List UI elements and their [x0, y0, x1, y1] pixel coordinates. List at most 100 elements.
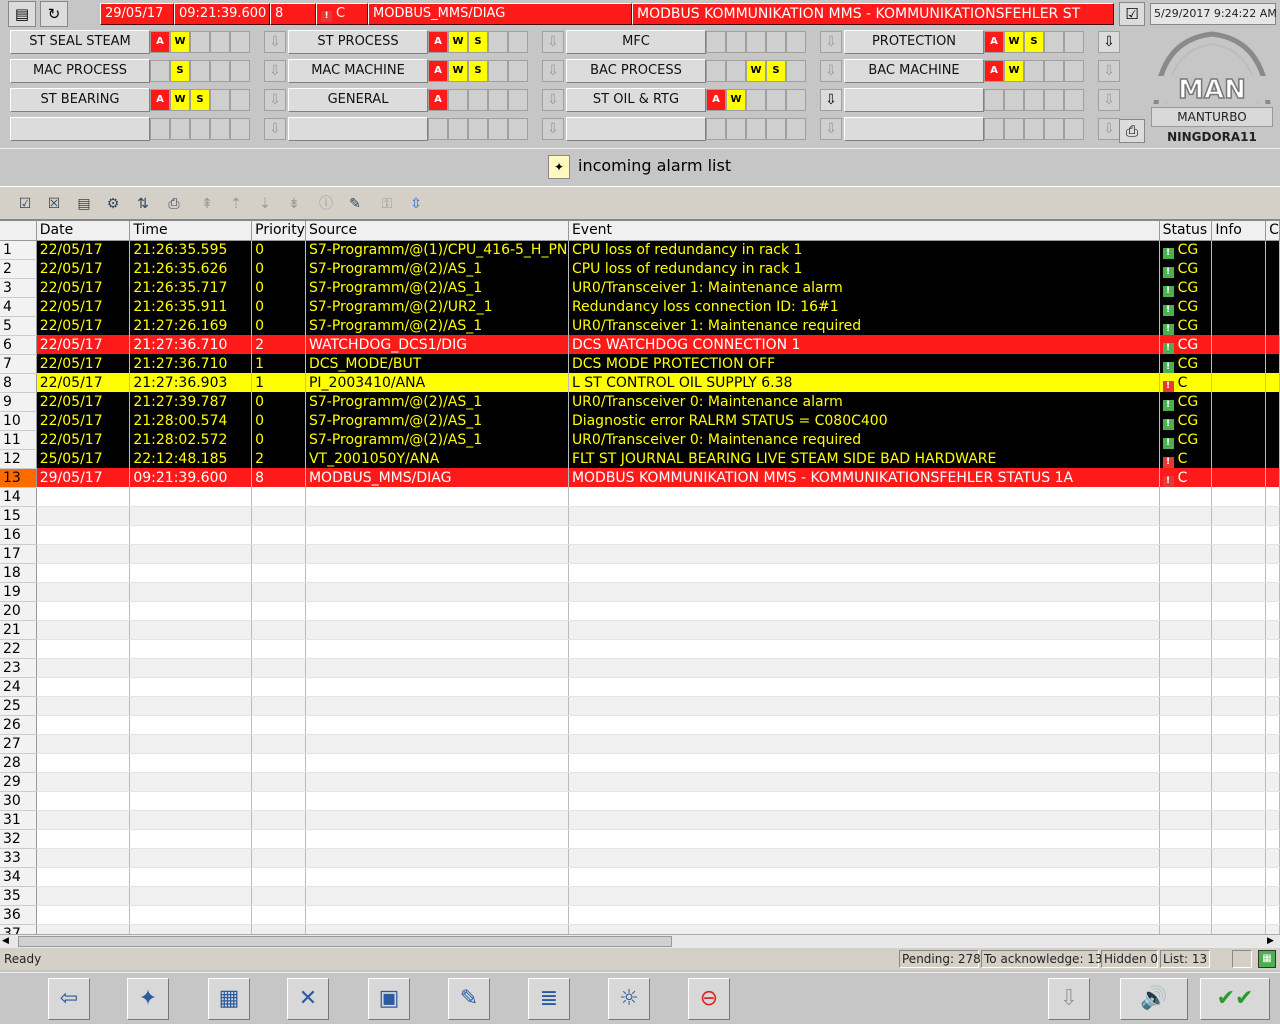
table-row[interactable]: 18 [0, 563, 1280, 583]
loop-in-alarm-icon[interactable]: ⚙ [102, 193, 124, 215]
scroll-left-icon[interactable]: ◀ [2, 936, 9, 946]
scroll-thumb[interactable] [18, 936, 672, 947]
horizontal-scrollbar[interactable]: ◀ ▶ [0, 934, 1280, 948]
acknowledge-icon[interactable]: ↻ [40, 1, 68, 27]
table-row[interactable]: 17 [0, 544, 1280, 564]
table-row[interactable]: 16 [0, 525, 1280, 545]
alarm-group-label[interactable] [844, 88, 984, 112]
column-header[interactable]: Event [568, 221, 1160, 241]
loop-in-arrow-icon[interactable]: ⇩ [264, 118, 286, 140]
table-row[interactable]: 21 [0, 620, 1280, 640]
loop-in-arrow-icon[interactable]: ⇩ [1098, 118, 1120, 140]
table-row[interactable]: 27 [0, 734, 1280, 754]
scroll-right-icon[interactable]: ▶ [1267, 936, 1274, 946]
column-header[interactable]: Priority [251, 221, 306, 241]
first-icon[interactable]: ⇞ [196, 193, 218, 215]
loop-in-arrow-icon[interactable]: ⇩ [1098, 89, 1120, 111]
incoming-list-button[interactable]: ✦ [127, 978, 169, 1020]
archive-list-button[interactable]: ≣ [528, 978, 570, 1020]
table-row[interactable]: 24 [0, 677, 1280, 697]
alarm-list-icon[interactable]: ▤ [8, 1, 36, 27]
lock-icon[interactable]: ⚿ [376, 193, 398, 215]
table-row[interactable]: 19 [0, 582, 1280, 602]
alarm-group[interactable]: ST SEAL STEAM A W ⇩ [10, 30, 288, 54]
alarm-group[interactable]: BAC PROCESS W S ⇩ [566, 59, 844, 83]
table-row[interactable]: 20 [0, 601, 1280, 621]
system-list-button[interactable]: ▣ [368, 978, 410, 1020]
back-button[interactable]: ⇦ [48, 978, 90, 1020]
loop-in-arrow-icon[interactable]: ⇩ [542, 60, 564, 82]
alarm-group-label[interactable]: ST SEAL STEAM [10, 30, 150, 54]
table-row[interactable]: 36 [0, 905, 1280, 925]
loop-in-arrow-icon[interactable]: ⇩ [820, 118, 842, 140]
acknowledged-list-button[interactable]: ▦ [208, 978, 250, 1020]
alarm-group[interactable]: BAC MACHINE A W ⇩ [844, 59, 1122, 83]
table-row[interactable]: 13 29/05/17 09:21:39.600 8 MODBUS_MMS/DIAG MO… [0, 468, 1280, 488]
alarm-group[interactable]: ⇩ [10, 117, 288, 141]
loop-in-arrow-icon[interactable]: ⇩ [820, 89, 842, 111]
table-row[interactable]: 14 [0, 487, 1280, 507]
alarm-group-label[interactable]: PROTECTION [844, 30, 984, 54]
print-icon[interactable]: ⎙ [163, 193, 185, 215]
alarm-group-label[interactable]: ST BEARING [10, 88, 150, 112]
sort-icon[interactable]: ⇅ [132, 193, 154, 215]
alarm-group[interactable]: ⇩ [288, 117, 566, 141]
table-row[interactable]: 22 [0, 639, 1280, 659]
alarm-group-label[interactable]: ST OIL & RTG [566, 88, 706, 112]
prev-icon[interactable]: ⇡ [225, 193, 247, 215]
loop-in-arrow-icon[interactable]: ⇩ [542, 89, 564, 111]
table-row[interactable]: 37 [0, 924, 1280, 934]
alarm-group-label[interactable]: ST PROCESS [288, 30, 428, 54]
table-row[interactable]: 6 22/05/17 21:27:36.710 2 WATCHDOG_DCS1/DIG D… [0, 335, 1280, 355]
column-header[interactable]: Info [1211, 221, 1267, 241]
alarm-group-label[interactable] [288, 117, 428, 141]
alarm-group-label[interactable] [10, 117, 150, 141]
alarm-group-label[interactable]: GENERAL [288, 88, 428, 112]
loop-in-arrow-icon[interactable]: ⇩ [1098, 31, 1120, 53]
alarm-group[interactable]: MFC ⇩ [566, 30, 844, 54]
printer-icon[interactable]: ⎙ [1119, 119, 1145, 143]
loop-in-arrow-icon[interactable]: ⇩ [820, 60, 842, 82]
loop-in-arrow-icon[interactable]: ⇩ [264, 31, 286, 53]
table-row[interactable]: 4 22/05/17 21:26:35.911 0 S7-Programm/@(2)/U… [0, 297, 1280, 317]
ack-single-icon[interactable]: ☑ [14, 193, 36, 215]
alarm-group-label[interactable] [566, 117, 706, 141]
ack-check-icon[interactable]: ☑ [1119, 2, 1145, 26]
loop-in-arrow-icon[interactable]: ⇩ [264, 89, 286, 111]
table-row[interactable]: 23 [0, 658, 1280, 678]
column-header[interactable] [0, 221, 37, 241]
column-header[interactable]: Time [129, 221, 253, 241]
alarm-group[interactable]: ⇩ [844, 117, 1122, 141]
info-list-button[interactable]: ☼ [608, 978, 650, 1020]
table-row[interactable]: 30 [0, 791, 1280, 811]
acknowledge-all-button[interactable]: ✔✔ [1200, 978, 1270, 1020]
alarm-group[interactable]: ⇩ [566, 117, 844, 141]
alarm-group[interactable]: ST PROCESS A W S ⇩ [288, 30, 566, 54]
table-row[interactable]: 26 [0, 715, 1280, 735]
ack-all-icon[interactable]: ☒ [43, 193, 65, 215]
table-row[interactable]: 15 [0, 506, 1280, 526]
table-row[interactable]: 25 [0, 696, 1280, 716]
loop-in-arrow-icon[interactable]: ⇩ [1098, 60, 1120, 82]
alarm-group-label[interactable]: MFC [566, 30, 706, 54]
delete-list-button[interactable]: ⊖ [688, 978, 730, 1020]
alarm-group[interactable]: GENERAL A ⇩ [288, 88, 566, 112]
table-row[interactable]: 12 25/05/17 22:12:48.185 2 VT_2001050Y/ANA FL… [0, 449, 1280, 469]
table-row[interactable]: 11 22/05/17 21:28:02.572 0 S7-Programm/@(2)/… [0, 430, 1280, 450]
table-row[interactable]: 2 22/05/17 21:26:35.626 0 S7-Programm/@(2)/A… [0, 259, 1280, 279]
table-row[interactable]: 9 22/05/17 21:27:39.787 0 S7-Programm/@(2)/A… [0, 392, 1280, 412]
alarm-group[interactable]: MAC MACHINE A W S ⇩ [288, 59, 566, 83]
table-row[interactable]: 10 22/05/17 21:28:00.574 0 S7-Programm/@(2)/… [0, 411, 1280, 431]
loop-in-arrow-icon[interactable]: ⇩ [820, 31, 842, 53]
table-row[interactable]: 28 [0, 753, 1280, 773]
table-row[interactable]: 29 [0, 772, 1280, 792]
table-row[interactable]: 1 22/05/17 21:26:35.595 0 S7-Programm/@(1)/C… [0, 240, 1280, 260]
next-icon[interactable]: ⇣ [254, 193, 276, 215]
column-header[interactable]: Date [36, 221, 131, 241]
loop-in-arrow-icon[interactable]: ⇩ [542, 118, 564, 140]
alarm-group-label[interactable]: BAC PROCESS [566, 59, 706, 83]
table-row[interactable]: 31 [0, 810, 1280, 830]
loop-in-arrow-icon[interactable]: ⇩ [542, 31, 564, 53]
table-row[interactable]: 35 [0, 886, 1280, 906]
alarm-group-label[interactable]: MAC MACHINE [288, 59, 428, 83]
